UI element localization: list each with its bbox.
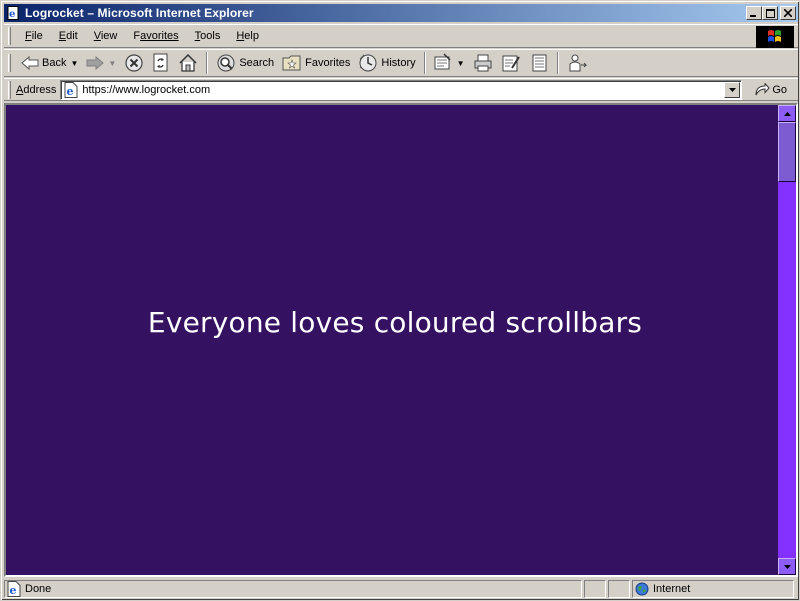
scrollbar-thumb[interactable] xyxy=(778,122,796,182)
ie-page-icon: e xyxy=(6,5,22,21)
address-input[interactable]: e https://www.logrocket.com xyxy=(60,79,743,100)
status-text: Done xyxy=(25,583,52,595)
chevron-down-icon xyxy=(783,564,791,569)
toolbar-grip[interactable] xyxy=(8,27,11,45)
standard-toolbar: Back ▼ ▼ Search Favorites History ▼ xyxy=(4,49,798,77)
minimize-button[interactable] xyxy=(746,6,762,20)
back-button[interactable]: Back ▼ xyxy=(17,51,82,75)
menu-edit[interactable]: Edit xyxy=(51,30,86,42)
mail-dropdown-icon[interactable]: ▼ xyxy=(457,59,465,68)
search-icon xyxy=(217,54,235,72)
menu-help[interactable]: Help xyxy=(228,30,267,42)
edit-button[interactable] xyxy=(497,51,525,75)
forward-button[interactable]: ▼ xyxy=(82,51,120,75)
mail-button[interactable]: ▼ xyxy=(430,51,469,75)
status-progress-pane xyxy=(584,580,606,598)
address-label: Address xyxy=(16,83,57,96)
zone-text: Internet xyxy=(653,583,691,595)
windows-flag-icon xyxy=(768,30,781,42)
chevron-down-icon xyxy=(728,87,736,92)
menu-bar: File Edit View Favorites Tools Help xyxy=(4,24,798,48)
toolbar-separator xyxy=(556,52,559,74)
toolbar-grip[interactable] xyxy=(8,80,11,99)
search-label: Search xyxy=(239,57,275,69)
back-arrow-icon xyxy=(21,56,39,70)
menu-favorites[interactable]: Favorites xyxy=(125,30,186,42)
print-button[interactable] xyxy=(469,51,497,75)
scroll-down-button[interactable] xyxy=(778,558,796,575)
forward-arrow-icon xyxy=(86,56,105,70)
page-viewport: Everyone loves coloured scrollbars xyxy=(4,103,798,577)
svg-text:e: e xyxy=(67,85,74,98)
toolbar-separator xyxy=(423,52,426,74)
svg-text:e: e xyxy=(10,584,17,597)
discuss-button[interactable] xyxy=(525,51,553,75)
toolbar-grip[interactable] xyxy=(8,54,11,72)
history-button[interactable]: History xyxy=(354,51,419,75)
back-dropdown-icon[interactable]: ▼ xyxy=(70,59,78,68)
stop-button[interactable] xyxy=(120,51,148,75)
address-url: https://www.logrocket.com xyxy=(82,83,211,96)
close-icon xyxy=(784,9,792,17)
home-button[interactable] xyxy=(174,51,202,75)
favorites-label: Favorites xyxy=(305,57,351,69)
favorites-button[interactable]: Favorites xyxy=(278,51,354,75)
globe-icon xyxy=(635,582,649,596)
page-content: Everyone loves coloured scrollbars xyxy=(6,105,778,575)
print-icon xyxy=(474,54,492,72)
mail-icon xyxy=(434,53,451,70)
title-bar[interactable]: e Logrocket – Microsoft Internet Explore… xyxy=(4,4,798,22)
address-bar: Address e https://www.logrocket.com Go xyxy=(4,78,798,101)
edit-page-icon xyxy=(502,55,520,72)
go-button[interactable]: Go xyxy=(754,82,788,97)
windows-logo-throbber xyxy=(756,26,794,48)
toolbar-separator xyxy=(206,52,209,74)
home-icon xyxy=(179,53,197,72)
favorites-folder-icon xyxy=(282,55,301,71)
discuss-document-icon xyxy=(532,54,547,72)
menu-file[interactable]: File xyxy=(17,30,51,42)
refresh-button[interactable] xyxy=(148,51,174,75)
menu-tools[interactable]: Tools xyxy=(187,30,229,42)
status-bar: e Done Internet xyxy=(4,579,798,599)
status-main-pane: e Done xyxy=(4,580,582,598)
ie-page-icon: e xyxy=(7,581,21,597)
vertical-scrollbar[interactable] xyxy=(778,105,796,575)
go-arrow-icon xyxy=(755,82,771,95)
status-security-pane xyxy=(608,580,630,598)
browser-window: e Logrocket – Microsoft Internet Explore… xyxy=(0,0,800,601)
ie-page-icon: e xyxy=(64,81,78,98)
search-button[interactable]: Search xyxy=(212,51,278,75)
maximize-button[interactable] xyxy=(762,6,778,20)
refresh-icon xyxy=(153,53,168,72)
history-icon xyxy=(359,54,377,72)
chevron-up-icon xyxy=(783,111,791,116)
window-title: Logrocket – Microsoft Internet Explorer xyxy=(25,6,254,20)
page-headline: Everyone loves coloured scrollbars xyxy=(147,305,643,339)
scroll-up-button[interactable] xyxy=(778,105,796,122)
messenger-button[interactable] xyxy=(563,51,593,75)
stop-icon xyxy=(125,54,143,72)
close-button[interactable] xyxy=(780,6,796,20)
go-label: Go xyxy=(772,83,788,96)
back-label: Back xyxy=(42,57,67,69)
history-label: History xyxy=(381,57,416,69)
svg-text:e: e xyxy=(9,9,15,20)
menu-view[interactable]: View xyxy=(86,30,126,42)
status-zone-pane: Internet xyxy=(632,580,794,598)
address-dropdown-button[interactable] xyxy=(724,81,741,98)
forward-dropdown-icon[interactable]: ▼ xyxy=(108,59,116,68)
minimize-icon xyxy=(750,15,756,17)
maximize-icon xyxy=(765,8,775,18)
messenger-icon xyxy=(569,54,587,72)
